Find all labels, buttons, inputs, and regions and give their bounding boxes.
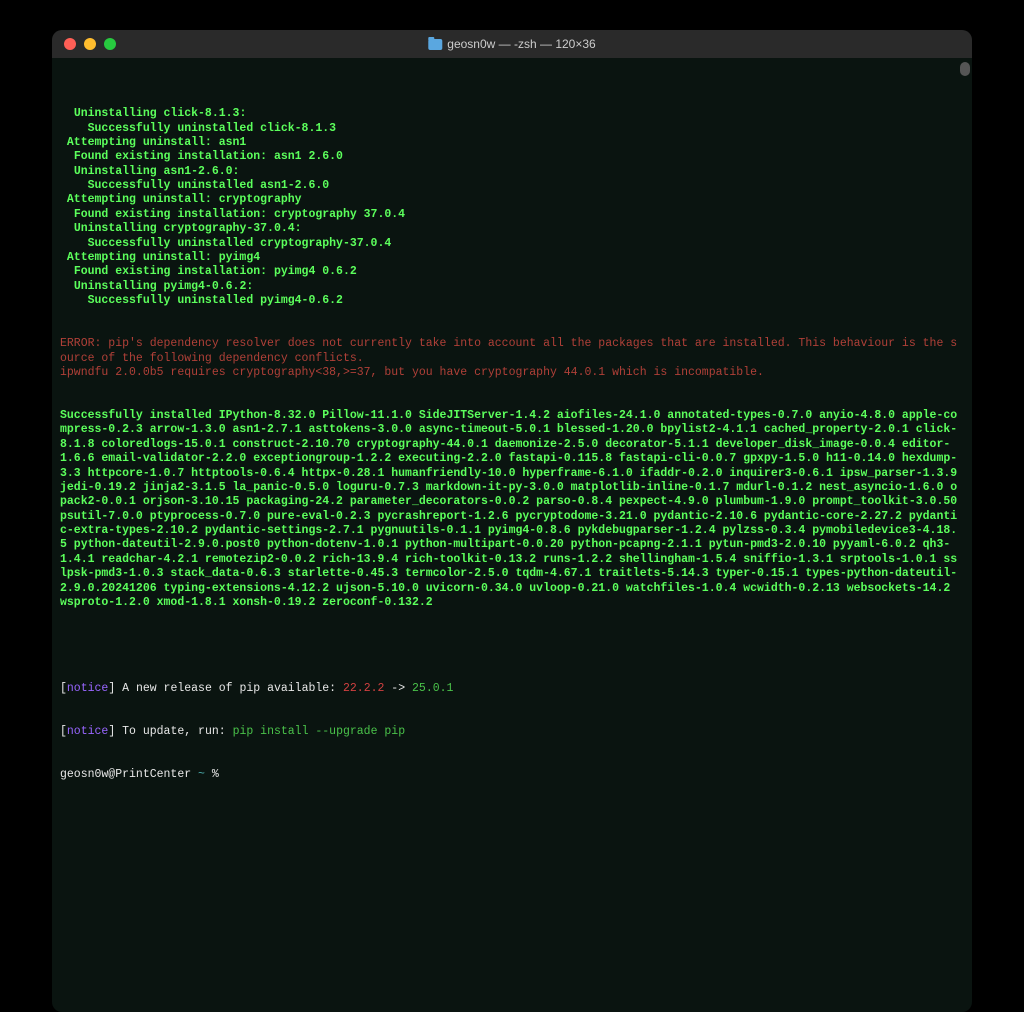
notice-line-2: [notice] To update, run: pip install --u… [60, 725, 964, 739]
output-line: Uninstalling pyimg4-0.6.2: [60, 280, 964, 294]
titlebar[interactable]: geosn0w — -zsh — 120×36 [52, 30, 972, 58]
output-line: Attempting uninstall: asn1 [60, 136, 964, 150]
minimize-icon[interactable] [84, 38, 96, 50]
window-title: geosn0w — -zsh — 120×36 [428, 37, 595, 51]
output-line: Successfully uninstalled click-8.1.3 [60, 122, 964, 136]
output-line: Found existing installation: cryptograph… [60, 208, 964, 222]
output-line: Attempting uninstall: pyimg4 [60, 251, 964, 265]
maximize-icon[interactable] [104, 38, 116, 50]
traffic-lights [64, 38, 116, 50]
uninstall-output: Uninstalling click-8.1.3: Successfully u… [60, 107, 964, 308]
blank-line [60, 639, 964, 653]
notice-line-1: [notice] A new release of pip available:… [60, 682, 964, 696]
output-line: Uninstalling asn1-2.6.0: [60, 165, 964, 179]
success-output: Successfully installed IPython-8.32.0 Pi… [60, 409, 964, 610]
terminal-body[interactable]: Uninstalling click-8.1.3: Successfully u… [52, 58, 972, 1012]
error-line: ERROR: pip's dependency resolver does no… [60, 337, 964, 366]
error-line: ipwndfu 2.0.0b5 requires cryptography<38… [60, 366, 964, 380]
error-output: ERROR: pip's dependency resolver does no… [60, 337, 964, 380]
output-line: Successfully uninstalled pyimg4-0.6.2 [60, 294, 964, 308]
output-line: Found existing installation: asn1 2.6.0 [60, 150, 964, 164]
output-line: Successfully uninstalled asn1-2.6.0 [60, 179, 964, 193]
close-icon[interactable] [64, 38, 76, 50]
scrollbar[interactable] [960, 62, 970, 76]
terminal-window: geosn0w — -zsh — 120×36 Uninstalling cli… [52, 30, 972, 1012]
output-line: Attempting uninstall: cryptography [60, 193, 964, 207]
title-text: geosn0w — -zsh — 120×36 [447, 37, 595, 51]
output-line: Found existing installation: pyimg4 0.6.… [60, 265, 964, 279]
output-line: Uninstalling click-8.1.3: [60, 107, 964, 121]
folder-icon [428, 39, 442, 50]
output-line: Successfully uninstalled cryptography-37… [60, 237, 964, 251]
output-line: Uninstalling cryptography-37.0.4: [60, 222, 964, 236]
prompt-line[interactable]: geosn0w@PrintCenter ~ % [60, 768, 964, 782]
